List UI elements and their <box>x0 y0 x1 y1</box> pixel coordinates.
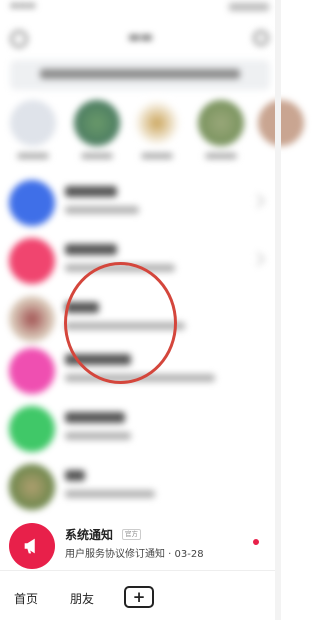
status-time: ▬▬▬ <box>10 1 36 11</box>
avatar <box>74 100 120 146</box>
list-item[interactable] <box>0 402 281 460</box>
avatar <box>9 406 55 452</box>
row-name <box>65 470 85 481</box>
unread-dot <box>253 539 259 545</box>
row-name <box>65 186 117 197</box>
chevron-right-icon <box>250 251 266 267</box>
notice-banner[interactable] <box>10 60 270 90</box>
banner-text <box>40 69 240 79</box>
stories-strip <box>0 100 304 170</box>
system-notice-row[interactable]: 系统通知 官方 用户服务协议修订通知 · 03-28 <box>0 518 281 569</box>
row-name <box>65 412 125 423</box>
row-name <box>65 244 117 255</box>
row-message <box>65 432 131 440</box>
system-notice-message: 用户服务协议修订通知 · 03-28 <box>65 549 204 560</box>
avatar <box>9 296 55 342</box>
avatar <box>9 238 55 284</box>
story-item[interactable] <box>10 100 56 159</box>
row-message <box>65 206 139 214</box>
chevron-right-icon <box>250 193 266 209</box>
story-caption <box>141 153 173 159</box>
search-icon[interactable] <box>253 30 269 46</box>
avatar <box>10 100 56 146</box>
divider <box>0 570 281 571</box>
bottom-nav: 首页 朋友 + <box>0 580 281 616</box>
avatar <box>9 348 55 394</box>
system-notice-title: 系统通知 <box>65 528 114 542</box>
story-caption <box>81 153 113 159</box>
list-item[interactable] <box>0 176 281 234</box>
story-item[interactable] <box>134 100 180 159</box>
story-caption <box>205 153 237 159</box>
list-item[interactable] <box>0 460 281 518</box>
story-item[interactable] <box>74 100 120 159</box>
top-bar: ▬▬ <box>0 22 281 56</box>
story-item[interactable] <box>258 100 304 146</box>
story-caption <box>17 153 49 159</box>
annotation-circle <box>64 262 177 384</box>
row-message <box>65 490 155 498</box>
avatar <box>9 180 55 226</box>
page-title: ▬▬ <box>128 30 153 45</box>
story-item[interactable] <box>198 100 244 159</box>
status-bar: ▬▬▬ <box>0 0 281 14</box>
megaphone-icon <box>24 538 35 554</box>
avatar <box>9 464 55 510</box>
avatar <box>258 100 304 146</box>
status-icons <box>229 3 269 11</box>
official-badge: 官方 <box>122 529 141 540</box>
nav-friends[interactable]: 朋友 <box>70 590 94 607</box>
avatar <box>198 100 244 146</box>
screen-edge <box>275 0 281 620</box>
avatar <box>134 100 180 146</box>
system-notice-avatar <box>9 523 55 569</box>
add-button[interactable]: + <box>124 586 154 608</box>
nav-home[interactable]: 首页 <box>14 590 38 607</box>
